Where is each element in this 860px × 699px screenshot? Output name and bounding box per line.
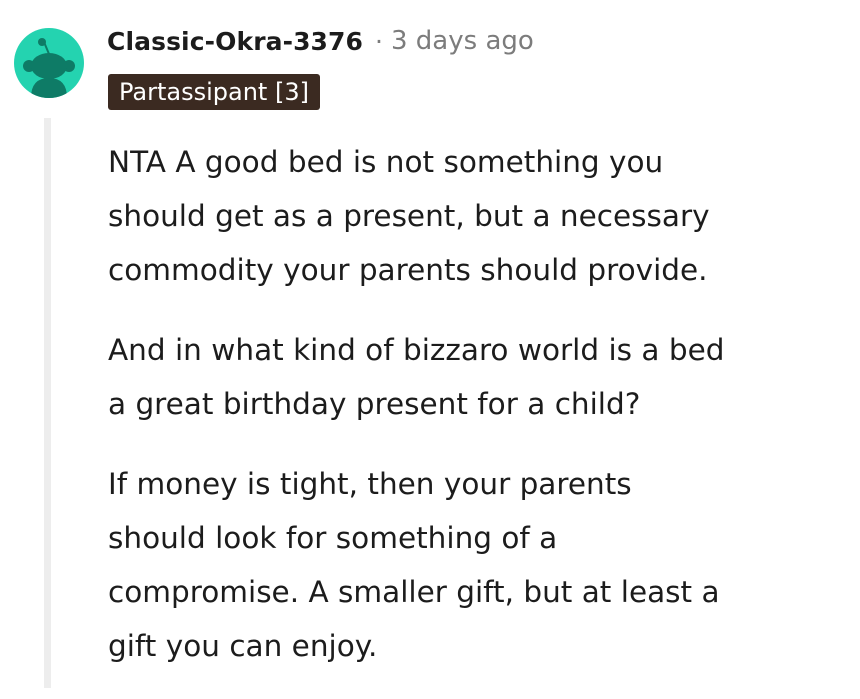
comment-body: NTA A good bed is not something you shou… (108, 135, 838, 699)
text-line: commodity your parents should provide. (108, 253, 708, 287)
comment-paragraph: If money is tight, then your parents sho… (108, 457, 838, 673)
text-line: gift you can enjoy. (108, 629, 378, 663)
text-line: a great birthday present for a child? (108, 387, 641, 421)
comment-paragraph: NTA A good bed is not something you shou… (108, 135, 838, 297)
text-line: If money is tight, then your parents (108, 467, 632, 501)
thread-collapse-line[interactable] (44, 118, 51, 688)
comment-paragraph: And in what kind of bizzaro world is a b… (108, 323, 838, 431)
user-flair-badge: Partassipant [3] (108, 74, 320, 110)
text-line: NTA A good bed is not something you (108, 145, 664, 179)
meta-separator: · (375, 26, 383, 56)
text-line: And in what kind of bizzaro world is a b… (108, 333, 725, 367)
text-line: should get as a present, but a necessary (108, 199, 710, 233)
text-line: should look for something of a (108, 521, 558, 555)
comment: Classic-Okra-3376 · 3 days ago Partassip… (0, 0, 860, 688)
author-username[interactable]: Classic-Okra-3376 (107, 27, 363, 56)
timestamp[interactable]: 3 days ago (391, 26, 534, 56)
snoo-avatar-icon[interactable] (14, 28, 84, 98)
text-line: compromise. A smaller gift, but at least… (108, 575, 720, 609)
comment-header: Classic-Okra-3376 · 3 days ago (107, 22, 534, 60)
